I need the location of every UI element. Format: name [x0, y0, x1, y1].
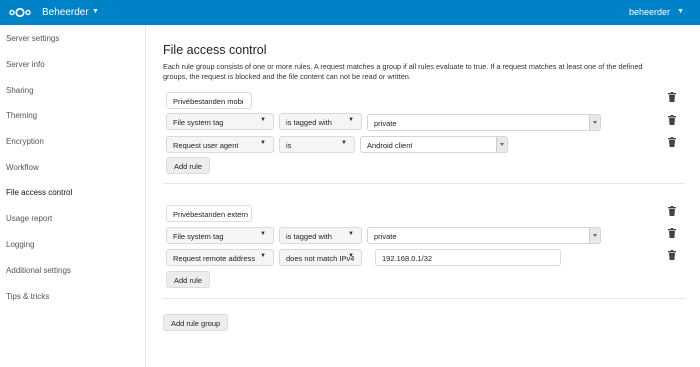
delete-rule-icon[interactable]	[668, 250, 676, 260]
rule-operator-value: is tagged with	[286, 118, 332, 127]
main-content: File access control Each rule group cons…	[147, 25, 700, 367]
rule-operator-select[interactable]: is tagged with ▼	[279, 113, 362, 130]
rule-operator-value: does not match IPv4	[286, 254, 355, 263]
add-rule-button[interactable]: Add rule	[166, 157, 210, 174]
dropdown-arrow-icon[interactable]	[496, 137, 507, 152]
rule-value: private	[374, 232, 397, 241]
rule-check-select[interactable]: File system tag ▼	[166, 227, 274, 244]
rule-check-select[interactable]: Request user agent ▼	[166, 136, 274, 153]
sidebar-item-usage-report[interactable]: Usage report	[6, 214, 52, 223]
top-header: Beheerder ▼ beheerder ▼	[0, 0, 700, 25]
group-divider	[163, 183, 685, 184]
rule-value: Android client	[367, 141, 413, 150]
add-rule-group-button[interactable]: Add rule group	[163, 314, 229, 331]
sidebar-item-server-settings[interactable]: Server settings	[6, 34, 59, 43]
chevron-down-icon[interactable]: ▼	[92, 8, 99, 15]
rule-value-input[interactable]: 192.168.0.1/32	[375, 249, 561, 266]
chevron-down-icon: ▼	[341, 140, 347, 146]
rule-value-select[interactable]: Android client	[360, 136, 508, 153]
chevron-down-icon: ▼	[260, 140, 266, 146]
page-title: File access control	[163, 43, 267, 57]
dropdown-arrow-icon[interactable]	[589, 115, 600, 130]
chevron-down-icon: ▼	[348, 253, 354, 259]
rule-group-name-value: Privébestanden mobi	[173, 97, 244, 106]
page-description: Each rule group consists of one or more …	[163, 62, 643, 81]
rule-value-select[interactable]: private	[367, 227, 601, 244]
rule-check-value: Request user agent	[173, 141, 239, 150]
rule-operator-select[interactable]: does not match IPv4 ▼	[279, 249, 362, 266]
sidebar-item-file-access-control[interactable]: File access control	[6, 188, 72, 197]
rule-operator-select[interactable]: is tagged with ▼	[279, 227, 362, 244]
rule-check-value: Request remote address	[173, 254, 256, 263]
chevron-down-icon[interactable]: ▼	[677, 8, 684, 15]
chevron-down-icon: ▼	[260, 231, 266, 237]
sidebar-item-tips-tricks[interactable]: Tips & tricks	[6, 292, 49, 301]
chevron-down-icon: ▼	[260, 253, 266, 259]
add-rule-button[interactable]: Add rule	[166, 271, 210, 288]
sidebar-item-additional-settings[interactable]: Additional settings	[6, 266, 71, 275]
sidebar-item-sharing[interactable]: Sharing	[6, 86, 34, 95]
settings-sidebar: Server settings Server info Sharing Them…	[0, 25, 146, 367]
rule-check-value: File system tag	[173, 118, 224, 127]
rule-operator-value: is tagged with	[286, 232, 332, 241]
app-menu-title[interactable]: Beheerder	[42, 7, 89, 18]
rule-operator-value: is	[286, 141, 292, 150]
rule-value-select[interactable]: private	[367, 114, 601, 131]
delete-rule-icon[interactable]	[668, 115, 676, 125]
rule-check-value: File system tag	[173, 232, 224, 241]
rule-group-name-input[interactable]: Privébestanden mobi	[166, 92, 252, 109]
rule-group-name-value: Privébestanden extern	[173, 210, 249, 219]
rule-value: 192.168.0.1/32	[382, 254, 433, 263]
rule-value: private	[374, 119, 397, 128]
nextcloud-logo-icon[interactable]	[8, 6, 32, 19]
user-menu[interactable]: beheerder	[629, 7, 670, 17]
chevron-down-icon: ▼	[260, 117, 266, 123]
rule-check-select[interactable]: Request remote address ▼	[166, 249, 274, 266]
rule-operator-select[interactable]: is ▼	[279, 136, 355, 153]
dropdown-arrow-icon[interactable]	[589, 228, 600, 243]
chevron-down-icon: ▼	[348, 231, 354, 237]
rule-check-select[interactable]: File system tag ▼	[166, 113, 274, 130]
sidebar-item-workflow[interactable]: Workflow	[6, 163, 39, 172]
chevron-down-icon: ▼	[348, 117, 354, 123]
delete-group-icon[interactable]	[668, 206, 676, 216]
rule-group-name-input[interactable]: Privébestanden extern	[166, 205, 252, 222]
delete-rule-icon[interactable]	[668, 228, 676, 238]
sidebar-item-encryption[interactable]: Encryption	[6, 137, 44, 146]
sidebar-item-logging[interactable]: Logging	[6, 240, 34, 249]
delete-rule-icon[interactable]	[668, 137, 676, 147]
sidebar-item-theming[interactable]: Theming	[6, 111, 37, 120]
delete-group-icon[interactable]	[668, 92, 676, 102]
sidebar-item-server-info[interactable]: Server info	[6, 60, 45, 69]
group-divider	[163, 298, 685, 299]
